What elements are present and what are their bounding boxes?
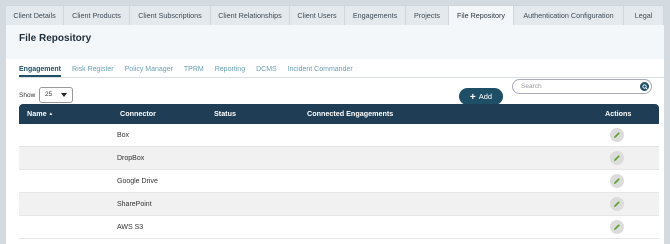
subtab-tprm[interactable]: TPRM (184, 63, 204, 77)
pencil-icon (614, 155, 620, 161)
tab-client-users[interactable]: Client Users (290, 5, 345, 25)
tab-client-relationships[interactable]: Client Relationships (211, 5, 290, 25)
subtab-dcms[interactable]: DCMS (256, 63, 277, 77)
tab-authentication-configuration[interactable]: Authentication Configuration (514, 5, 624, 25)
plus-icon: + (469, 92, 476, 103)
cell-connector: SharePoint (117, 201, 152, 208)
table-header: Name ▲ Connector Status Connected Engage… (19, 104, 659, 124)
page-title: File Repository (19, 33, 92, 44)
show-label: Show (19, 92, 36, 99)
cell-connector: AWS S3 (117, 224, 144, 231)
search-icon[interactable] (640, 82, 649, 91)
pencil-icon (614, 224, 620, 230)
table-row: DropBox (19, 147, 659, 170)
edit-button[interactable] (610, 220, 624, 234)
tab-projects[interactable]: Projects (406, 5, 449, 25)
col-name[interactable]: Name ▲ (27, 104, 53, 124)
search-placeholder: Search (521, 83, 542, 90)
col-connector[interactable]: Connector (120, 104, 156, 124)
table-row: Google Drive (19, 170, 659, 193)
col-connected-engagements[interactable]: Connected Engagements (307, 104, 393, 124)
cell-connector: Google Drive (117, 178, 158, 185)
caret-down-icon (61, 93, 67, 97)
page-size-value: 25 (45, 91, 53, 98)
subtab-risk-register[interactable]: Risk Register (72, 63, 114, 77)
header-band (6, 25, 664, 59)
edit-button[interactable] (610, 197, 624, 211)
sub-tab-bar: Engagement Risk Register Policy Manager … (19, 63, 364, 77)
add-button[interactable]: + Add (459, 88, 503, 105)
app-frame: Client Details Client Products Client Su… (6, 5, 664, 244)
cell-connector: Box (117, 132, 130, 139)
cell-connector: DropBox (117, 155, 145, 162)
tab-client-subscriptions[interactable]: Client Subscriptions (130, 5, 211, 25)
connector-table: Name ▲ Connector Status Connected Engage… (19, 104, 659, 239)
subtab-policy-manager[interactable]: Policy Manager (125, 63, 173, 77)
subtab-incident-commander[interactable]: Incident Commander (288, 63, 353, 77)
search-input[interactable]: Search (512, 79, 652, 94)
tab-legal[interactable]: Legal (624, 5, 664, 25)
edit-button[interactable] (610, 151, 624, 165)
col-actions: Actions (605, 109, 632, 118)
table-row: AWS S3 (19, 216, 659, 239)
subtab-reporting[interactable]: Reporting (215, 63, 245, 77)
pencil-icon (614, 132, 620, 138)
edit-button[interactable] (610, 128, 624, 142)
tab-file-repository[interactable]: File Repository (449, 5, 514, 25)
tab-client-products[interactable]: Client Products (64, 5, 130, 25)
pencil-icon (614, 201, 620, 207)
subtab-engagement[interactable]: Engagement (19, 63, 62, 77)
edit-button[interactable] (610, 174, 624, 188)
subtab-divider (19, 77, 664, 78)
col-status[interactable]: Status (214, 104, 236, 124)
tab-engagements[interactable]: Engagements (345, 5, 406, 25)
top-tab-bar: Client Details Client Products Client Su… (6, 5, 664, 25)
table-row: SharePoint (19, 193, 659, 216)
table-row: Box (19, 124, 659, 147)
page-size-select[interactable]: 25 (39, 87, 73, 103)
sort-asc-icon: ▲ (48, 111, 54, 116)
pencil-icon (614, 178, 620, 184)
tab-client-details[interactable]: Client Details (6, 5, 64, 25)
add-button-label: Add (478, 92, 493, 101)
